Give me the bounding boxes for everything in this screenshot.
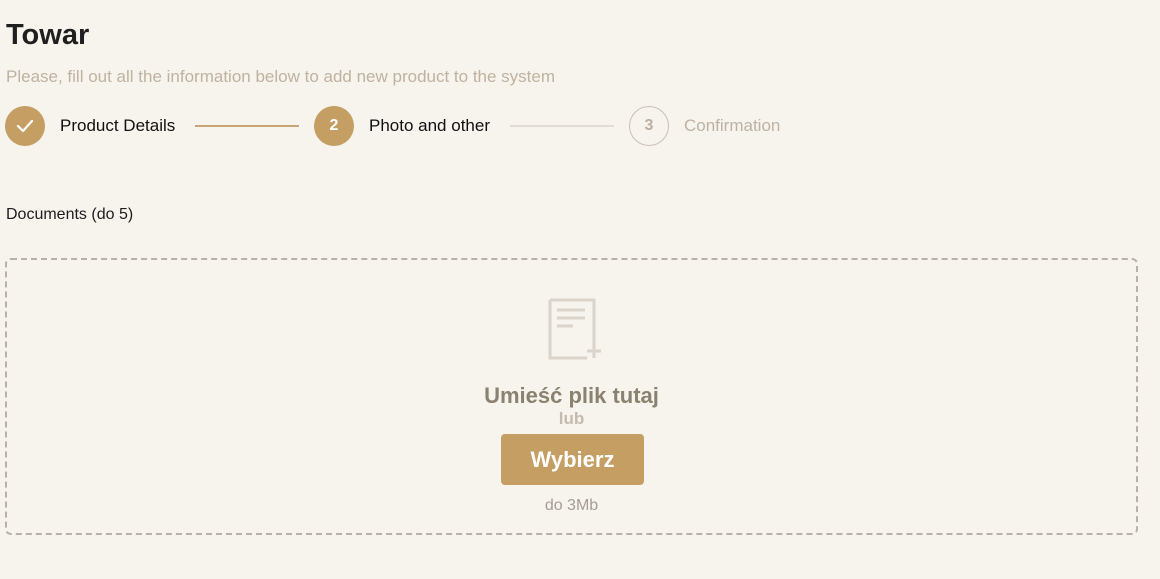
check-icon: [16, 119, 34, 133]
choose-file-button[interactable]: Wybierz: [501, 434, 644, 485]
page-subtitle: Please, fill out all the information bel…: [6, 67, 556, 86]
dropzone-or-text: lub: [558, 409, 585, 428]
file-size-limit: do 3Mb: [544, 497, 599, 514]
step-connector-1: [195, 125, 299, 127]
stepper: Product Details 2 Photo and other 3 Conf…: [5, 106, 805, 146]
step-connector-2: [510, 125, 614, 127]
dropzone-title: Umieść plik tutaj: [484, 383, 659, 408]
step-1-circle[interactable]: [5, 106, 45, 146]
step-2-label[interactable]: Photo and other: [369, 116, 490, 136]
documents-label: Documents (do 5): [6, 206, 134, 223]
page-title: Towar: [6, 19, 90, 51]
document-add-icon: [548, 298, 601, 360]
document-dropzone[interactable]: Umieść plik tutaj lub Wybierz do 3Mb: [5, 258, 1138, 535]
step-3-label[interactable]: Confirmation: [684, 116, 780, 136]
step-1-label[interactable]: Product Details: [60, 116, 175, 136]
step-3-circle[interactable]: 3: [629, 106, 669, 146]
step-2-circle[interactable]: 2: [314, 106, 354, 146]
